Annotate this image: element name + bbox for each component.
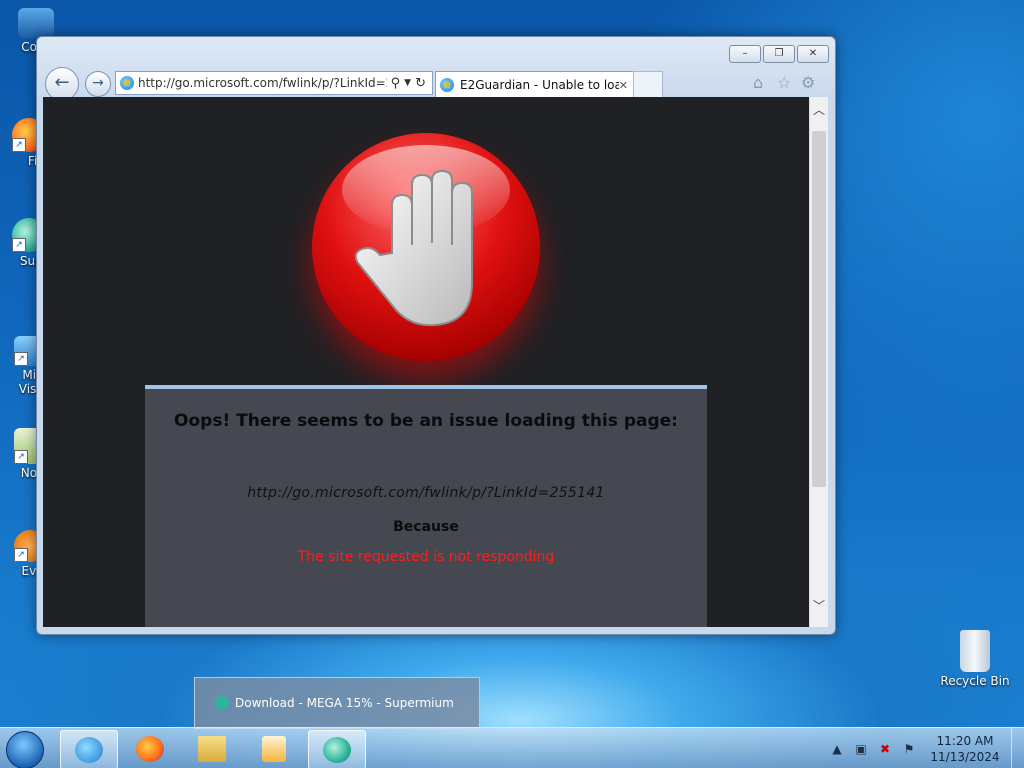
- scroll-down-icon[interactable]: ﹀: [810, 597, 828, 615]
- forward-button[interactable]: →: [85, 71, 111, 97]
- network-icon[interactable]: ▣: [853, 741, 869, 757]
- minimize-button[interactable]: –: [729, 45, 761, 63]
- back-button[interactable]: ←: [45, 67, 79, 101]
- clock-time: 11:20 AM: [936, 733, 994, 748]
- taskbar-item-media-player[interactable]: [246, 730, 302, 767]
- tab-e2guardian[interactable]: e E2Guardian - Unable to loa... ✕: [435, 71, 635, 98]
- show-desktop-button[interactable]: [1011, 728, 1024, 768]
- new-tab-button[interactable]: [633, 71, 663, 97]
- refresh-icon[interactable]: ↻: [415, 76, 426, 91]
- search-icon[interactable]: ⚲: [391, 76, 401, 91]
- folder-icon: [198, 736, 226, 762]
- supermium-icon: [215, 696, 229, 710]
- scroll-thumb[interactable]: [812, 131, 826, 487]
- taskbar-item-firefox[interactable]: [122, 730, 178, 767]
- restore-button[interactable]: ❐: [763, 45, 795, 63]
- ie-tab-icon: e: [440, 78, 454, 92]
- error-panel: Oops! There seems to be an issue loading…: [145, 385, 707, 627]
- taskbar-item-internet-explorer[interactable]: [60, 730, 118, 768]
- because-label: Because: [393, 519, 459, 535]
- ie-page-icon: e: [120, 76, 134, 90]
- clock-date: 11/13/2024: [930, 749, 1000, 764]
- action-center-flag-icon[interactable]: ⚑: [901, 741, 917, 757]
- recycle-bin-icon: [960, 630, 990, 672]
- error-heading: Oops! There seems to be an issue loading…: [174, 411, 678, 431]
- taskbar-preview-supermium[interactable]: Download - MEGA 15% - Supermium: [194, 677, 480, 729]
- supermium-icon: [323, 737, 351, 763]
- taskbar-item-explorer[interactable]: [184, 730, 240, 767]
- media-player-icon: [262, 736, 286, 762]
- stop-hand-icon: [312, 133, 540, 361]
- tab-close-icon[interactable]: ✕: [619, 79, 628, 92]
- desktop: Com ↗ Fir ↗ Supe ↗ Micr Visua ↗ Note ↗ E…: [0, 0, 1024, 768]
- shortcut-arrow-icon: ↗: [14, 450, 28, 464]
- taskbar-item-supermium[interactable]: [308, 730, 366, 768]
- error-reason: The site requested is not responding: [297, 549, 555, 565]
- address-bar[interactable]: e http://go.microsoft.com/fwlink/p/?Link…: [115, 71, 433, 95]
- address-text: http://go.microsoft.com/fwlink/p/?LinkId…: [138, 76, 387, 90]
- system-tray: ▲ ▣ ✖ ⚑ 11:20 AM 11/13/2024: [829, 728, 1024, 768]
- show-hidden-icons-icon[interactable]: ▲: [829, 741, 845, 757]
- blocked-url: http://go.microsoft.com/fwlink/p/?LinkId…: [247, 485, 605, 501]
- close-button[interactable]: ✕: [797, 45, 829, 63]
- taskbar: ▲ ▣ ✖ ⚑ 11:20 AM 11/13/2024: [0, 727, 1024, 768]
- preview-title: Download - MEGA 15% - Supermium: [235, 696, 454, 710]
- clock[interactable]: 11:20 AM 11/13/2024: [925, 733, 1005, 765]
- volume-muted-icon[interactable]: ✖: [877, 741, 893, 757]
- firefox-icon: [136, 736, 164, 762]
- internet-explorer-icon: [75, 737, 103, 763]
- computer-icon: [18, 8, 54, 38]
- browser-window: – ❐ ✕ ← → e http://go.microsoft.com/fwli…: [36, 36, 836, 635]
- vertical-scrollbar[interactable]: ︿ ﹀: [809, 97, 828, 627]
- favorites-icon[interactable]: ☆: [777, 73, 791, 92]
- dropdown-arrow-icon[interactable]: ▼: [404, 78, 411, 88]
- scroll-up-icon[interactable]: ︿: [810, 101, 828, 119]
- settings-icon[interactable]: ⚙: [801, 73, 815, 92]
- tab-title: E2Guardian - Unable to loa...: [460, 78, 619, 92]
- home-icon[interactable]: ⌂: [753, 73, 763, 92]
- desktop-icon-recycle-bin[interactable]: Recycle Bin: [940, 630, 1010, 688]
- shortcut-arrow-icon: ↗: [14, 548, 28, 562]
- window-caption-buttons: – ❐ ✕: [729, 45, 829, 63]
- desktop-icon-label: Recycle Bin: [940, 674, 1010, 688]
- shortcut-arrow-icon: ↗: [12, 138, 26, 152]
- hand-icon: [354, 169, 473, 327]
- shortcut-arrow-icon: ↗: [12, 238, 26, 252]
- start-button[interactable]: [6, 731, 44, 768]
- page-content: Oops! There seems to be an issue loading…: [43, 97, 809, 627]
- shortcut-arrow-icon: ↗: [14, 352, 28, 366]
